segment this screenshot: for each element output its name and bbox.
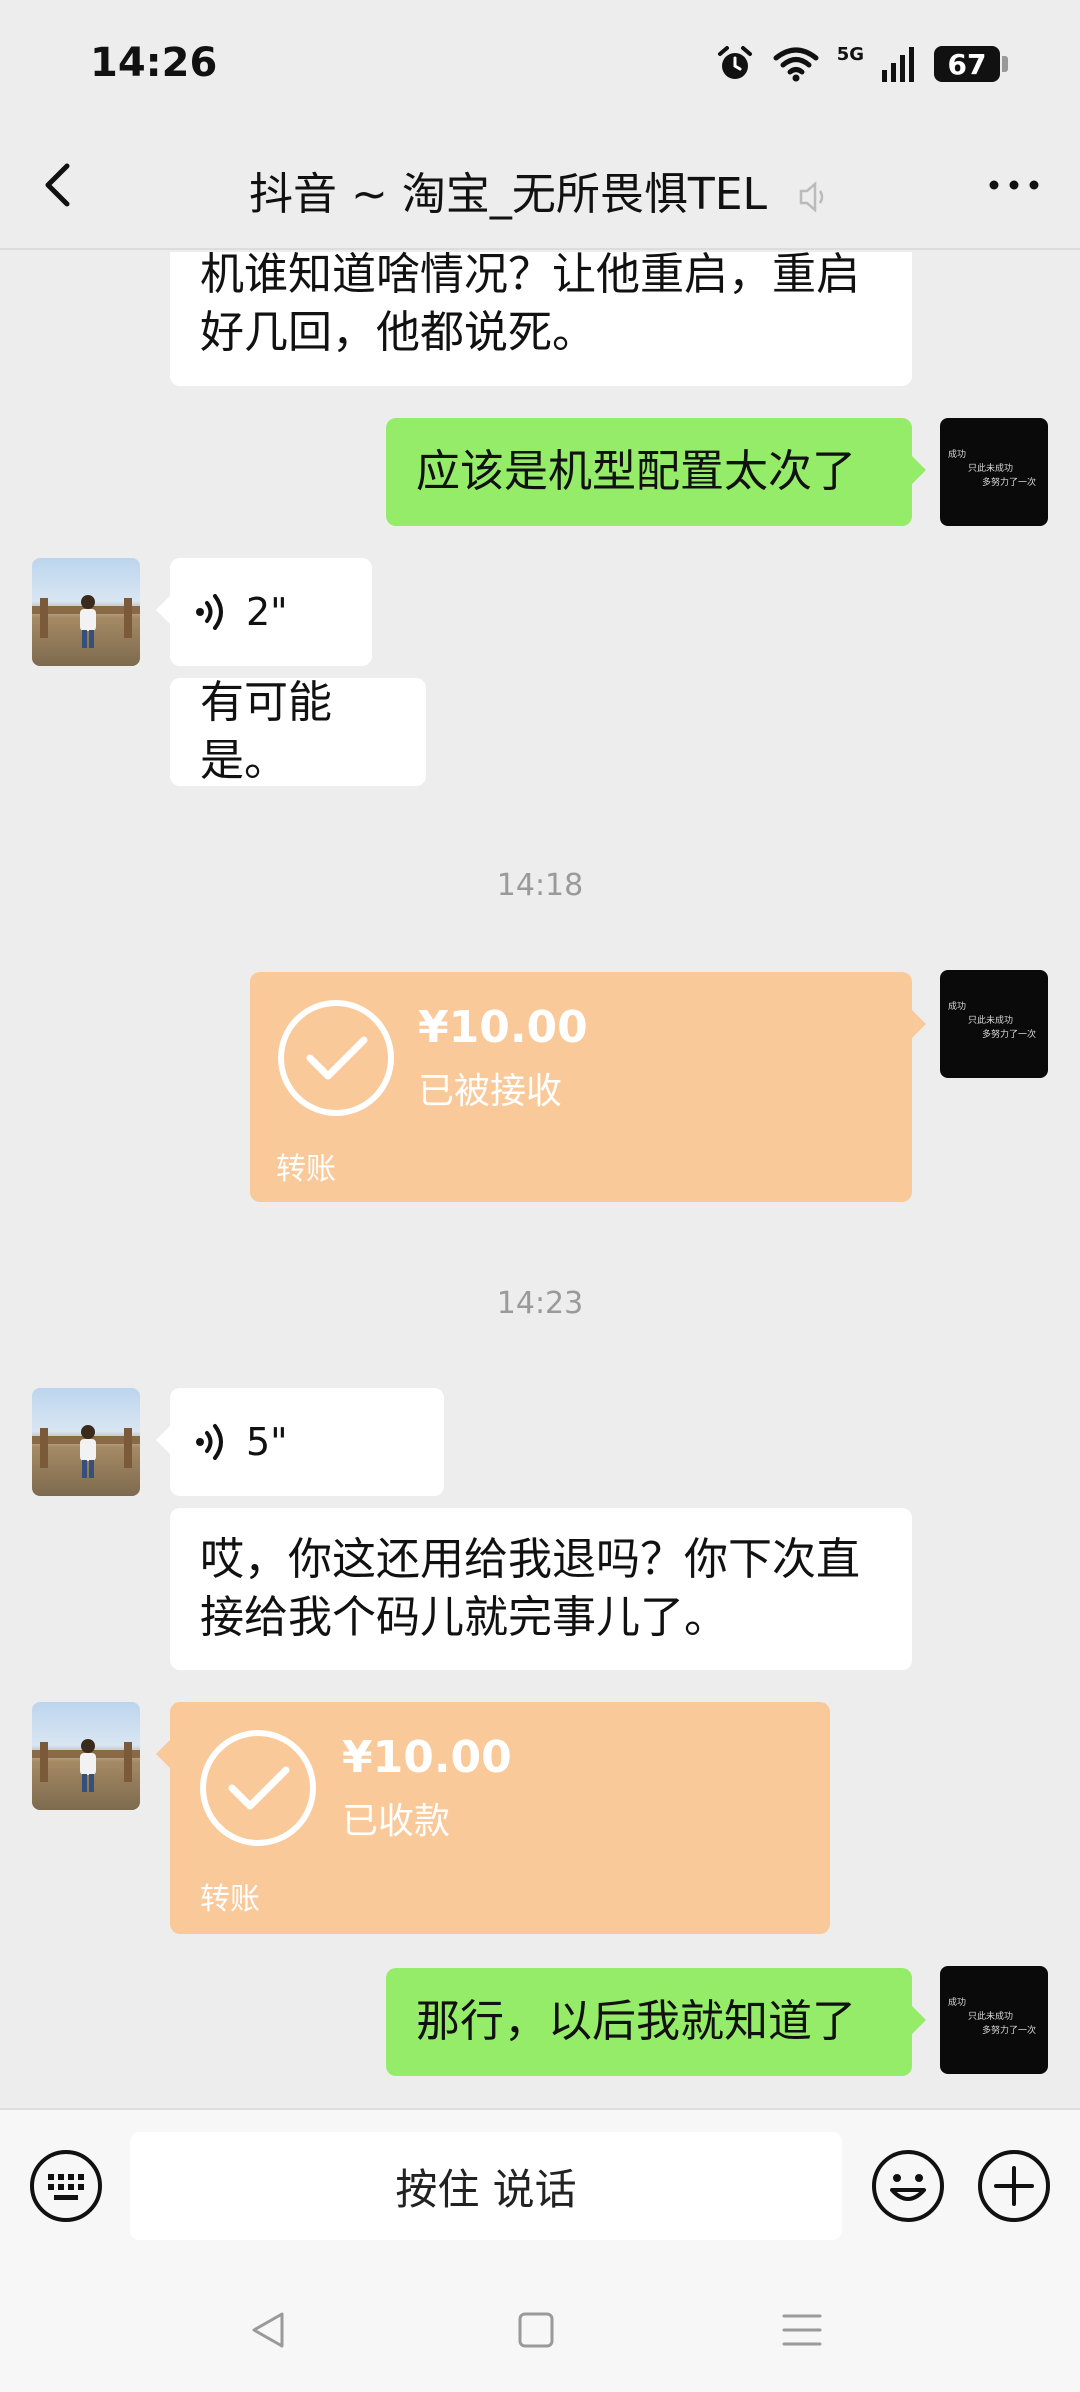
keyboard-icon[interactable] <box>28 2148 104 2224</box>
transfer-label: 转账 <box>276 1152 336 1187</box>
voice-wave-icon <box>196 1424 223 1460</box>
message-bubble-incoming[interactable]: 有可能是。 <box>170 677 426 786</box>
wifi-icon <box>773 47 819 82</box>
timestamp: 14:18 <box>496 868 584 903</box>
battery-level: 67 <box>947 47 987 81</box>
avatar-text-line: 多努力了一次 <box>982 2026 1037 2036</box>
nav-home-icon[interactable] <box>516 2310 556 2350</box>
message-bubble-incoming[interactable]: 机谁知道啥情况？让他重启，重启 好几回，他都说死。 <box>170 249 912 386</box>
avatar-text-line: 只此未成功 <box>968 1016 1014 1026</box>
timestamp: 14:23 <box>496 1286 584 1321</box>
child-photo-icon <box>32 1739 140 1792</box>
mute-icon <box>799 181 824 213</box>
message-text-line: 接给我个码儿就完事儿了。 <box>200 1592 728 1643</box>
network-type-label: 5G <box>836 43 864 65</box>
emoji-icon[interactable] <box>870 2148 946 2224</box>
message-bubble-incoming[interactable]: 哎，你这还用给我退吗？你下次直 接给我个码儿就完事儿了。 <box>170 1508 912 1670</box>
message-text: 那行，以后我就知道了 <box>416 1996 856 2047</box>
contact-avatar[interactable] <box>32 1388 140 1496</box>
hold-to-talk-button[interactable]: 按住 说话 <box>130 2132 842 2240</box>
contact-avatar[interactable] <box>32 1702 140 1810</box>
voice-message[interactable]: 2" <box>156 558 372 666</box>
input-bar: 按住 说话 <box>0 2108 1080 2268</box>
plus-icon[interactable] <box>976 2148 1052 2224</box>
transfer-card-outgoing[interactable]: ¥10.00 已被接收 转账 <box>250 972 926 1202</box>
voice-duration: 5" <box>246 1420 288 1464</box>
message-text: 应该是机型配置太次了 <box>416 446 856 497</box>
chat-header: 抖音 ~ 淘宝_无所畏惧TEL <box>0 120 1080 250</box>
avatar-text-line: 只此未成功 <box>968 464 1014 474</box>
chat-title: 抖音 ~ 淘宝_无所畏惧TEL <box>0 158 1080 222</box>
avatar-text-line: 成功 <box>948 1998 967 2008</box>
checkmark-circle-icon <box>200 1730 316 1846</box>
transfer-status: 已被接收 <box>418 1071 563 1112</box>
message-text-line: 哎，你这还用给我退吗？你下次直 <box>200 1534 860 1585</box>
nav-back-icon[interactable] <box>248 2310 288 2350</box>
contact-avatar[interactable] <box>32 558 140 666</box>
avatar-text-line: 成功 <box>948 1002 967 1012</box>
child-photo-icon <box>32 595 140 648</box>
avatar-text-line: 多努力了一次 <box>982 478 1037 488</box>
message-text-line: 机谁知道啥情况？让他重启，重启 <box>200 249 860 300</box>
system-navigation-bar <box>0 2268 1080 2392</box>
message-text: 有可能是。 <box>200 677 332 786</box>
transfer-amount: ¥10.00 <box>418 1002 588 1053</box>
status-time: 14:26 <box>90 40 218 86</box>
nav-menu-icon[interactable] <box>782 2310 822 2350</box>
status-icons: 5G 67 <box>715 43 1008 84</box>
avatar-text-line: 多努力了一次 <box>982 1030 1037 1040</box>
alarm-icon <box>717 46 752 79</box>
voice-message[interactable]: 5" <box>156 1388 444 1496</box>
transfer-status: 已收款 <box>342 1801 451 1842</box>
transfer-label: 转账 <box>200 1882 260 1917</box>
voice-duration: 2" <box>246 590 288 634</box>
signal-icon <box>882 47 914 82</box>
avatar-text-line: 只此未成功 <box>968 2012 1014 2022</box>
transfer-amount: ¥10.00 <box>342 1732 512 1783</box>
self-avatar[interactable]: 成功 只此未成功 多努力了一次 <box>940 970 1048 1078</box>
self-avatar[interactable]: 成功 只此未成功 多努力了一次 <box>940 1966 1048 2074</box>
more-options-icon[interactable] <box>984 170 1044 200</box>
message-bubble-outgoing[interactable]: 那行，以后我就知道了 <box>386 1968 926 2076</box>
transfer-card-incoming[interactable]: ¥10.00 已收款 转账 <box>156 1702 830 1934</box>
message-text-line: 好几回，他都说死。 <box>200 307 596 358</box>
battery-indicator: 67 <box>934 46 1008 82</box>
chat-title-text: 抖音 ~ 淘宝_无所畏惧TEL <box>248 169 768 220</box>
message-bubble-outgoing[interactable]: 应该是机型配置太次了 <box>386 418 926 526</box>
avatar-text-line: 成功 <box>948 450 967 460</box>
child-photo-icon <box>32 1425 140 1478</box>
checkmark-circle-icon <box>278 1000 394 1116</box>
voice-wave-icon <box>196 594 223 630</box>
self-avatar[interactable]: 成功 只此未成功 多努力了一次 <box>940 418 1048 526</box>
